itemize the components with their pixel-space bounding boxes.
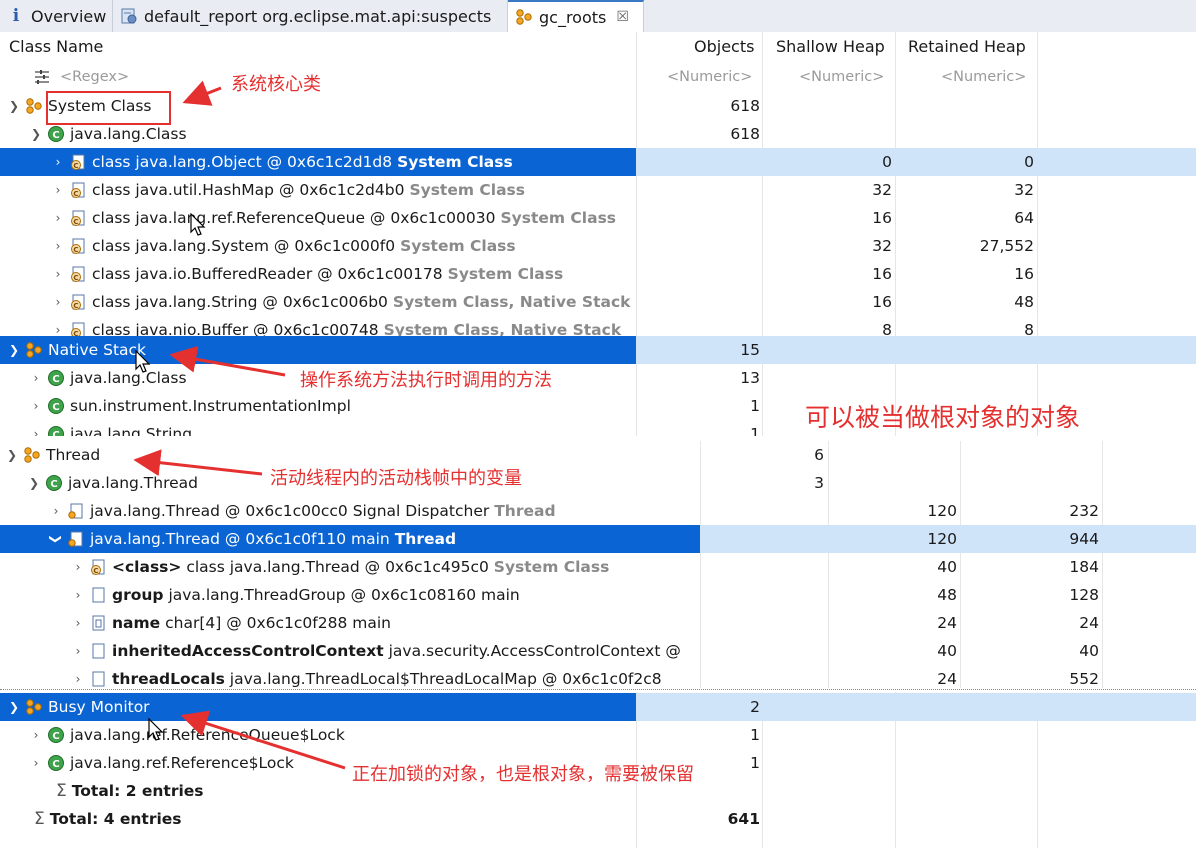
mouse-cursor-icon (148, 718, 164, 741)
mouse-cursor-icon (135, 350, 151, 373)
mouse-cursor-icon (190, 213, 206, 236)
annotation-arrows (133, 80, 346, 770)
